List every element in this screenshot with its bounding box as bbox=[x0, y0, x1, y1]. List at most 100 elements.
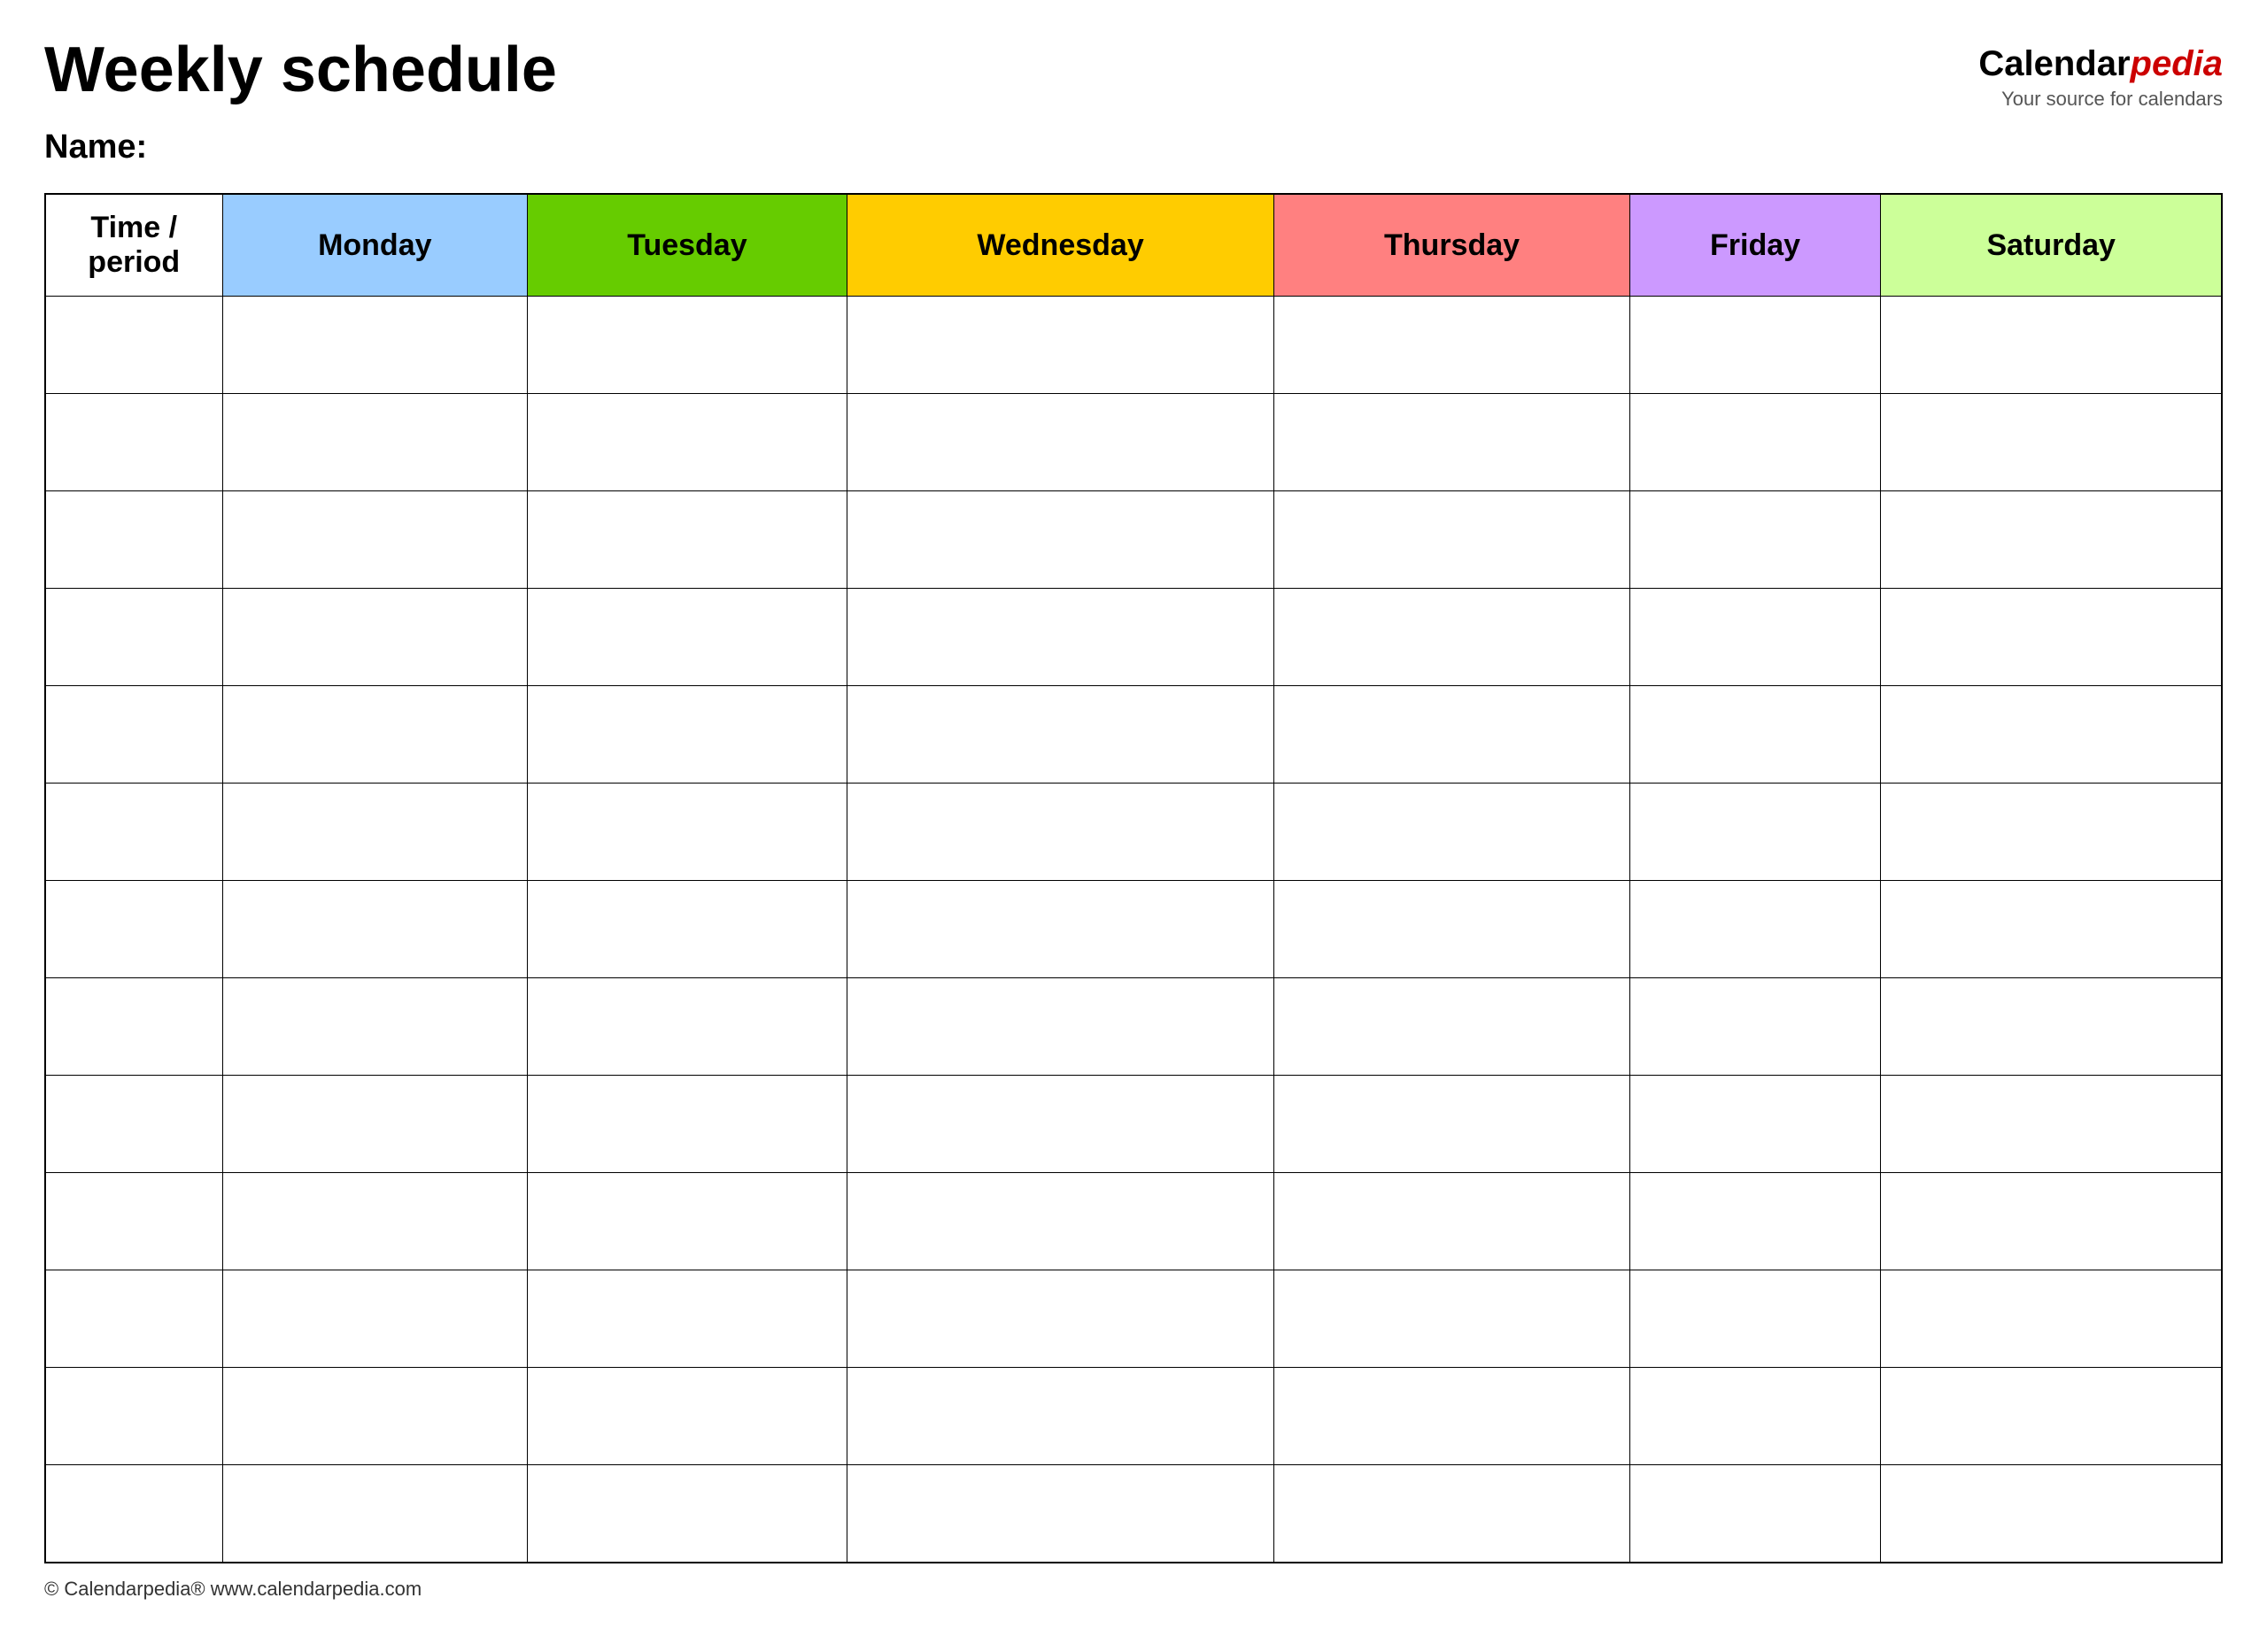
table-cell[interactable] bbox=[222, 491, 528, 589]
table-cell[interactable] bbox=[528, 394, 847, 491]
table-cell[interactable] bbox=[45, 1270, 222, 1368]
table-cell[interactable] bbox=[1629, 1076, 1881, 1173]
table-cell[interactable] bbox=[1881, 297, 2222, 394]
table-cell[interactable] bbox=[528, 881, 847, 978]
table-cell[interactable] bbox=[45, 491, 222, 589]
table-cell[interactable] bbox=[1881, 491, 2222, 589]
table-cell[interactable] bbox=[528, 686, 847, 784]
table-cell[interactable] bbox=[1274, 881, 1629, 978]
table-cell[interactable] bbox=[847, 394, 1274, 491]
table-cell[interactable] bbox=[1881, 589, 2222, 686]
table-cell[interactable] bbox=[528, 1368, 847, 1465]
table-cell[interactable] bbox=[45, 1368, 222, 1465]
table-cell[interactable] bbox=[1629, 784, 1881, 881]
table-cell[interactable] bbox=[528, 1465, 847, 1563]
table-cell[interactable] bbox=[222, 881, 528, 978]
table-cell[interactable] bbox=[847, 1368, 1274, 1465]
table-cell[interactable] bbox=[528, 297, 847, 394]
table-cell[interactable] bbox=[1881, 978, 2222, 1076]
table-cell[interactable] bbox=[1274, 1173, 1629, 1270]
table-cell[interactable] bbox=[1629, 491, 1881, 589]
table-cell[interactable] bbox=[1881, 1076, 2222, 1173]
table-cell[interactable] bbox=[222, 1270, 528, 1368]
table-cell[interactable] bbox=[1629, 1270, 1881, 1368]
table-cell[interactable] bbox=[1881, 881, 2222, 978]
table-cell[interactable] bbox=[847, 1465, 1274, 1563]
table-cell[interactable] bbox=[847, 978, 1274, 1076]
table-cell[interactable] bbox=[1274, 1076, 1629, 1173]
table-cell[interactable] bbox=[528, 978, 847, 1076]
table-cell[interactable] bbox=[45, 686, 222, 784]
table-header-row: Time / period Monday Tuesday Wednesday T… bbox=[45, 194, 2222, 297]
table-cell[interactable] bbox=[847, 491, 1274, 589]
col-header-wednesday: Wednesday bbox=[847, 194, 1274, 297]
table-cell[interactable] bbox=[1629, 1368, 1881, 1465]
col-header-thursday: Thursday bbox=[1274, 194, 1629, 297]
table-cell[interactable] bbox=[528, 1270, 847, 1368]
table-cell[interactable] bbox=[1274, 491, 1629, 589]
table-cell[interactable] bbox=[222, 297, 528, 394]
table-cell[interactable] bbox=[1274, 589, 1629, 686]
table-cell[interactable] bbox=[222, 589, 528, 686]
table-cell[interactable] bbox=[45, 784, 222, 881]
table-cell[interactable] bbox=[45, 297, 222, 394]
table-cell[interactable] bbox=[45, 978, 222, 1076]
table-cell[interactable] bbox=[1274, 297, 1629, 394]
table-cell[interactable] bbox=[222, 1465, 528, 1563]
table-cell[interactable] bbox=[847, 784, 1274, 881]
table-cell[interactable] bbox=[1881, 1270, 2222, 1368]
table-cell[interactable] bbox=[1274, 686, 1629, 784]
table-cell[interactable] bbox=[1274, 1465, 1629, 1563]
table-cell[interactable] bbox=[222, 784, 528, 881]
table-cell[interactable] bbox=[45, 1465, 222, 1563]
table-cell[interactable] bbox=[222, 1173, 528, 1270]
table-cell[interactable] bbox=[1274, 1368, 1629, 1465]
table-cell[interactable] bbox=[1629, 1173, 1881, 1270]
table-cell[interactable] bbox=[1881, 394, 2222, 491]
col-header-saturday: Saturday bbox=[1881, 194, 2222, 297]
table-cell[interactable] bbox=[1881, 784, 2222, 881]
table-cell[interactable] bbox=[1629, 1465, 1881, 1563]
table-cell[interactable] bbox=[528, 491, 847, 589]
table-cell[interactable] bbox=[847, 1076, 1274, 1173]
table-cell[interactable] bbox=[1274, 1270, 1629, 1368]
table-cell[interactable] bbox=[222, 394, 528, 491]
table-cell[interactable] bbox=[847, 1173, 1274, 1270]
table-cell[interactable] bbox=[45, 1076, 222, 1173]
table-cell[interactable] bbox=[528, 1173, 847, 1270]
table-cell[interactable] bbox=[1629, 881, 1881, 978]
table-cell[interactable] bbox=[222, 1368, 528, 1465]
table-cell[interactable] bbox=[222, 1076, 528, 1173]
table-cell[interactable] bbox=[1881, 686, 2222, 784]
table-cell[interactable] bbox=[1629, 297, 1881, 394]
table-cell[interactable] bbox=[847, 686, 1274, 784]
table-cell[interactable] bbox=[528, 1076, 847, 1173]
table-cell[interactable] bbox=[1881, 1368, 2222, 1465]
schedule-table: Time / period Monday Tuesday Wednesday T… bbox=[44, 193, 2223, 1563]
table-cell[interactable] bbox=[1274, 978, 1629, 1076]
table-cell[interactable] bbox=[847, 589, 1274, 686]
table-cell[interactable] bbox=[847, 881, 1274, 978]
table-cell[interactable] bbox=[1629, 978, 1881, 1076]
table-cell[interactable] bbox=[1274, 394, 1629, 491]
table-cell[interactable] bbox=[222, 978, 528, 1076]
table-cell[interactable] bbox=[45, 394, 222, 491]
table-cell[interactable] bbox=[528, 589, 847, 686]
table-cell[interactable] bbox=[847, 1270, 1274, 1368]
table-row bbox=[45, 1076, 2222, 1173]
table-cell[interactable] bbox=[1881, 1465, 2222, 1563]
table-cell[interactable] bbox=[1629, 686, 1881, 784]
table-row bbox=[45, 978, 2222, 1076]
name-label: Name: bbox=[44, 128, 2223, 166]
table-cell[interactable] bbox=[45, 589, 222, 686]
table-cell[interactable] bbox=[1881, 1173, 2222, 1270]
table-cell[interactable] bbox=[1629, 394, 1881, 491]
table-row bbox=[45, 784, 2222, 881]
table-cell[interactable] bbox=[528, 784, 847, 881]
table-cell[interactable] bbox=[222, 686, 528, 784]
table-cell[interactable] bbox=[45, 1173, 222, 1270]
table-cell[interactable] bbox=[45, 881, 222, 978]
table-cell[interactable] bbox=[1629, 589, 1881, 686]
table-cell[interactable] bbox=[847, 297, 1274, 394]
table-cell[interactable] bbox=[1274, 784, 1629, 881]
